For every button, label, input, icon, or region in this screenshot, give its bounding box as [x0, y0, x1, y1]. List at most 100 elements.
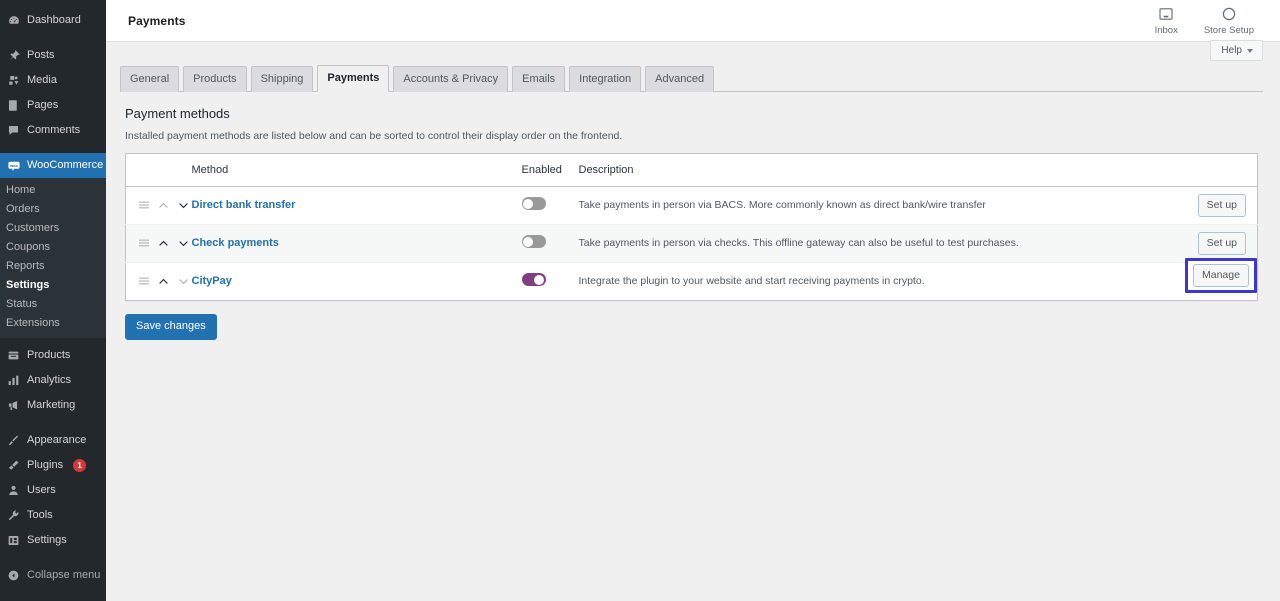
- sidebar-item-dashboard[interactable]: Dashboard: [0, 8, 106, 33]
- page-scrollbar[interactable]: [1274, 0, 1280, 601]
- submenu-item-home[interactable]: Home: [0, 180, 106, 199]
- submenu-label: Coupons: [6, 240, 51, 253]
- store-setup-action[interactable]: Store Setup: [1204, 6, 1254, 36]
- settings-content: General Products Shipping Payments Accou…: [106, 42, 1280, 340]
- col-method: Method: [191, 153, 522, 187]
- sidebar-item-label: Comments: [27, 124, 81, 136]
- woocommerce-submenu: Home Orders Customers Coupons Reports Se…: [0, 178, 106, 338]
- submenu-item-reports[interactable]: Reports: [0, 256, 106, 275]
- sidebar-item-label: Appearance: [27, 434, 87, 446]
- tab-general[interactable]: General: [120, 66, 180, 92]
- sidebar-item-media[interactable]: Media: [0, 68, 106, 93]
- row-enabled-cell: [521, 224, 579, 263]
- col-enabled: Enabled: [521, 153, 579, 187]
- appearance-icon: [6, 433, 21, 448]
- submenu-label: Orders: [6, 202, 40, 215]
- sidebar-item-posts[interactable]: Posts: [0, 43, 106, 68]
- tools-icon: [6, 508, 21, 523]
- sidebar-item-pages[interactable]: Pages: [0, 93, 106, 118]
- woocommerce-header: Payments Inbox Store Setup: [106, 0, 1280, 42]
- inbox-action[interactable]: Inbox: [1155, 6, 1178, 36]
- sidebar-item-label: Media: [27, 74, 57, 86]
- sidebar-item-label: Posts: [27, 49, 55, 61]
- sidebar-item-settings[interactable]: Settings: [0, 528, 106, 553]
- sidebar-item-woocommerce[interactable]: woo WooCommerce: [0, 153, 106, 178]
- toggle-knob: [523, 198, 533, 209]
- move-down-icon[interactable]: [178, 200, 189, 211]
- tab-integration[interactable]: Integration: [569, 66, 642, 92]
- submenu-item-extensions[interactable]: Extensions: [0, 313, 106, 332]
- set-up-button[interactable]: Set up: [1197, 194, 1246, 217]
- move-up-icon[interactable]: [158, 200, 169, 211]
- save-changes-button[interactable]: Save changes: [125, 313, 217, 340]
- drag-handle-icon[interactable]: [139, 276, 149, 286]
- page-title: Payments: [128, 13, 186, 28]
- sidebar-item-appearance[interactable]: Appearance: [0, 428, 106, 453]
- sidebar-item-users[interactable]: Users: [0, 478, 106, 503]
- pin-icon: [6, 48, 21, 63]
- help-label: Help: [1221, 45, 1242, 56]
- move-up-icon[interactable]: [158, 238, 169, 249]
- dashboard-icon: [6, 13, 21, 28]
- submenu-item-status[interactable]: Status: [0, 294, 106, 313]
- method-link[interactable]: CityPay: [192, 275, 232, 287]
- table-row: CityPay Integrate the plugin to your web…: [126, 262, 1258, 300]
- method-link[interactable]: Direct bank transfer: [192, 199, 296, 211]
- tab-products[interactable]: Products: [183, 66, 247, 92]
- submenu-item-orders[interactable]: Orders: [0, 199, 106, 218]
- move-down-icon[interactable]: [178, 276, 189, 287]
- tab-accounts-privacy[interactable]: Accounts & Privacy: [393, 66, 509, 92]
- sidebar-item-label: Dashboard: [27, 14, 81, 26]
- drag-handle-icon[interactable]: [139, 200, 149, 210]
- method-link[interactable]: Check payments: [192, 237, 279, 249]
- sidebar-item-plugins[interactable]: Plugins 1: [0, 453, 106, 478]
- submenu-label: Reports: [6, 259, 45, 272]
- sidebar-item-comments[interactable]: Comments: [0, 118, 106, 143]
- tab-advanced[interactable]: Advanced: [645, 66, 715, 92]
- admin-screen: Dashboard Posts Media Pages Comments woo…: [0, 0, 1280, 601]
- enabled-toggle[interactable]: [521, 235, 546, 249]
- inbox-icon: [1158, 6, 1174, 23]
- sidebar-item-marketing[interactable]: Marketing: [0, 393, 106, 418]
- section-title: Payment methods: [125, 105, 230, 121]
- sidebar-item-products[interactable]: Products: [0, 343, 106, 368]
- move-down-icon[interactable]: [178, 238, 189, 249]
- table-row: Check payments Take payments in person v…: [125, 224, 1258, 263]
- row-method-cell: CityPay: [192, 262, 522, 300]
- submenu-item-settings[interactable]: Settings: [0, 275, 106, 294]
- manage-button-highlight: Manage: [1185, 258, 1257, 293]
- row-sort-cell: [125, 224, 192, 263]
- tab-shipping[interactable]: Shipping: [250, 66, 314, 92]
- circle-progress-icon: [1221, 6, 1237, 23]
- submenu-item-customers[interactable]: Customers: [0, 218, 106, 237]
- help-button[interactable]: Help: [1210, 40, 1263, 61]
- sidebar-item-analytics[interactable]: Analytics: [0, 368, 106, 393]
- enabled-toggle[interactable]: [521, 273, 546, 287]
- tab-payments[interactable]: Payments: [317, 65, 390, 92]
- drag-handle-icon[interactable]: [139, 238, 149, 248]
- set-up-button[interactable]: Set up: [1197, 232, 1246, 255]
- tab-emails[interactable]: Emails: [512, 66, 566, 92]
- submenu-label: Customers: [6, 221, 60, 234]
- col-sort: [125, 153, 192, 187]
- row-description-cell: Integrate the plugin to your website and…: [579, 262, 1148, 300]
- submenu-label: Extensions: [6, 316, 60, 329]
- toggle-knob: [534, 274, 544, 285]
- row-enabled-cell: [521, 262, 579, 300]
- table-header-row: Method Enabled Description: [125, 153, 1258, 187]
- woocommerce-icon: woo: [6, 158, 21, 173]
- submenu-item-coupons[interactable]: Coupons: [0, 237, 106, 256]
- sort-controls: [139, 200, 192, 211]
- move-up-icon[interactable]: [158, 276, 169, 287]
- table-body: Direct bank transfer Take payments in pe…: [125, 186, 1258, 300]
- sidebar-item-label: WooCommerce: [27, 159, 104, 171]
- sidebar-item-tools[interactable]: Tools: [0, 503, 106, 528]
- method-description: Take payments in person via BACS. More c…: [578, 199, 986, 212]
- manage-button[interactable]: Manage: [1193, 264, 1249, 287]
- marketing-icon: [6, 398, 21, 413]
- sidebar-collapse-menu[interactable]: Collapse menu: [0, 563, 106, 588]
- plugins-update-badge: 1: [73, 459, 87, 472]
- users-icon: [6, 483, 21, 498]
- tab-label: Advanced: [655, 73, 705, 85]
- enabled-toggle[interactable]: [521, 197, 546, 211]
